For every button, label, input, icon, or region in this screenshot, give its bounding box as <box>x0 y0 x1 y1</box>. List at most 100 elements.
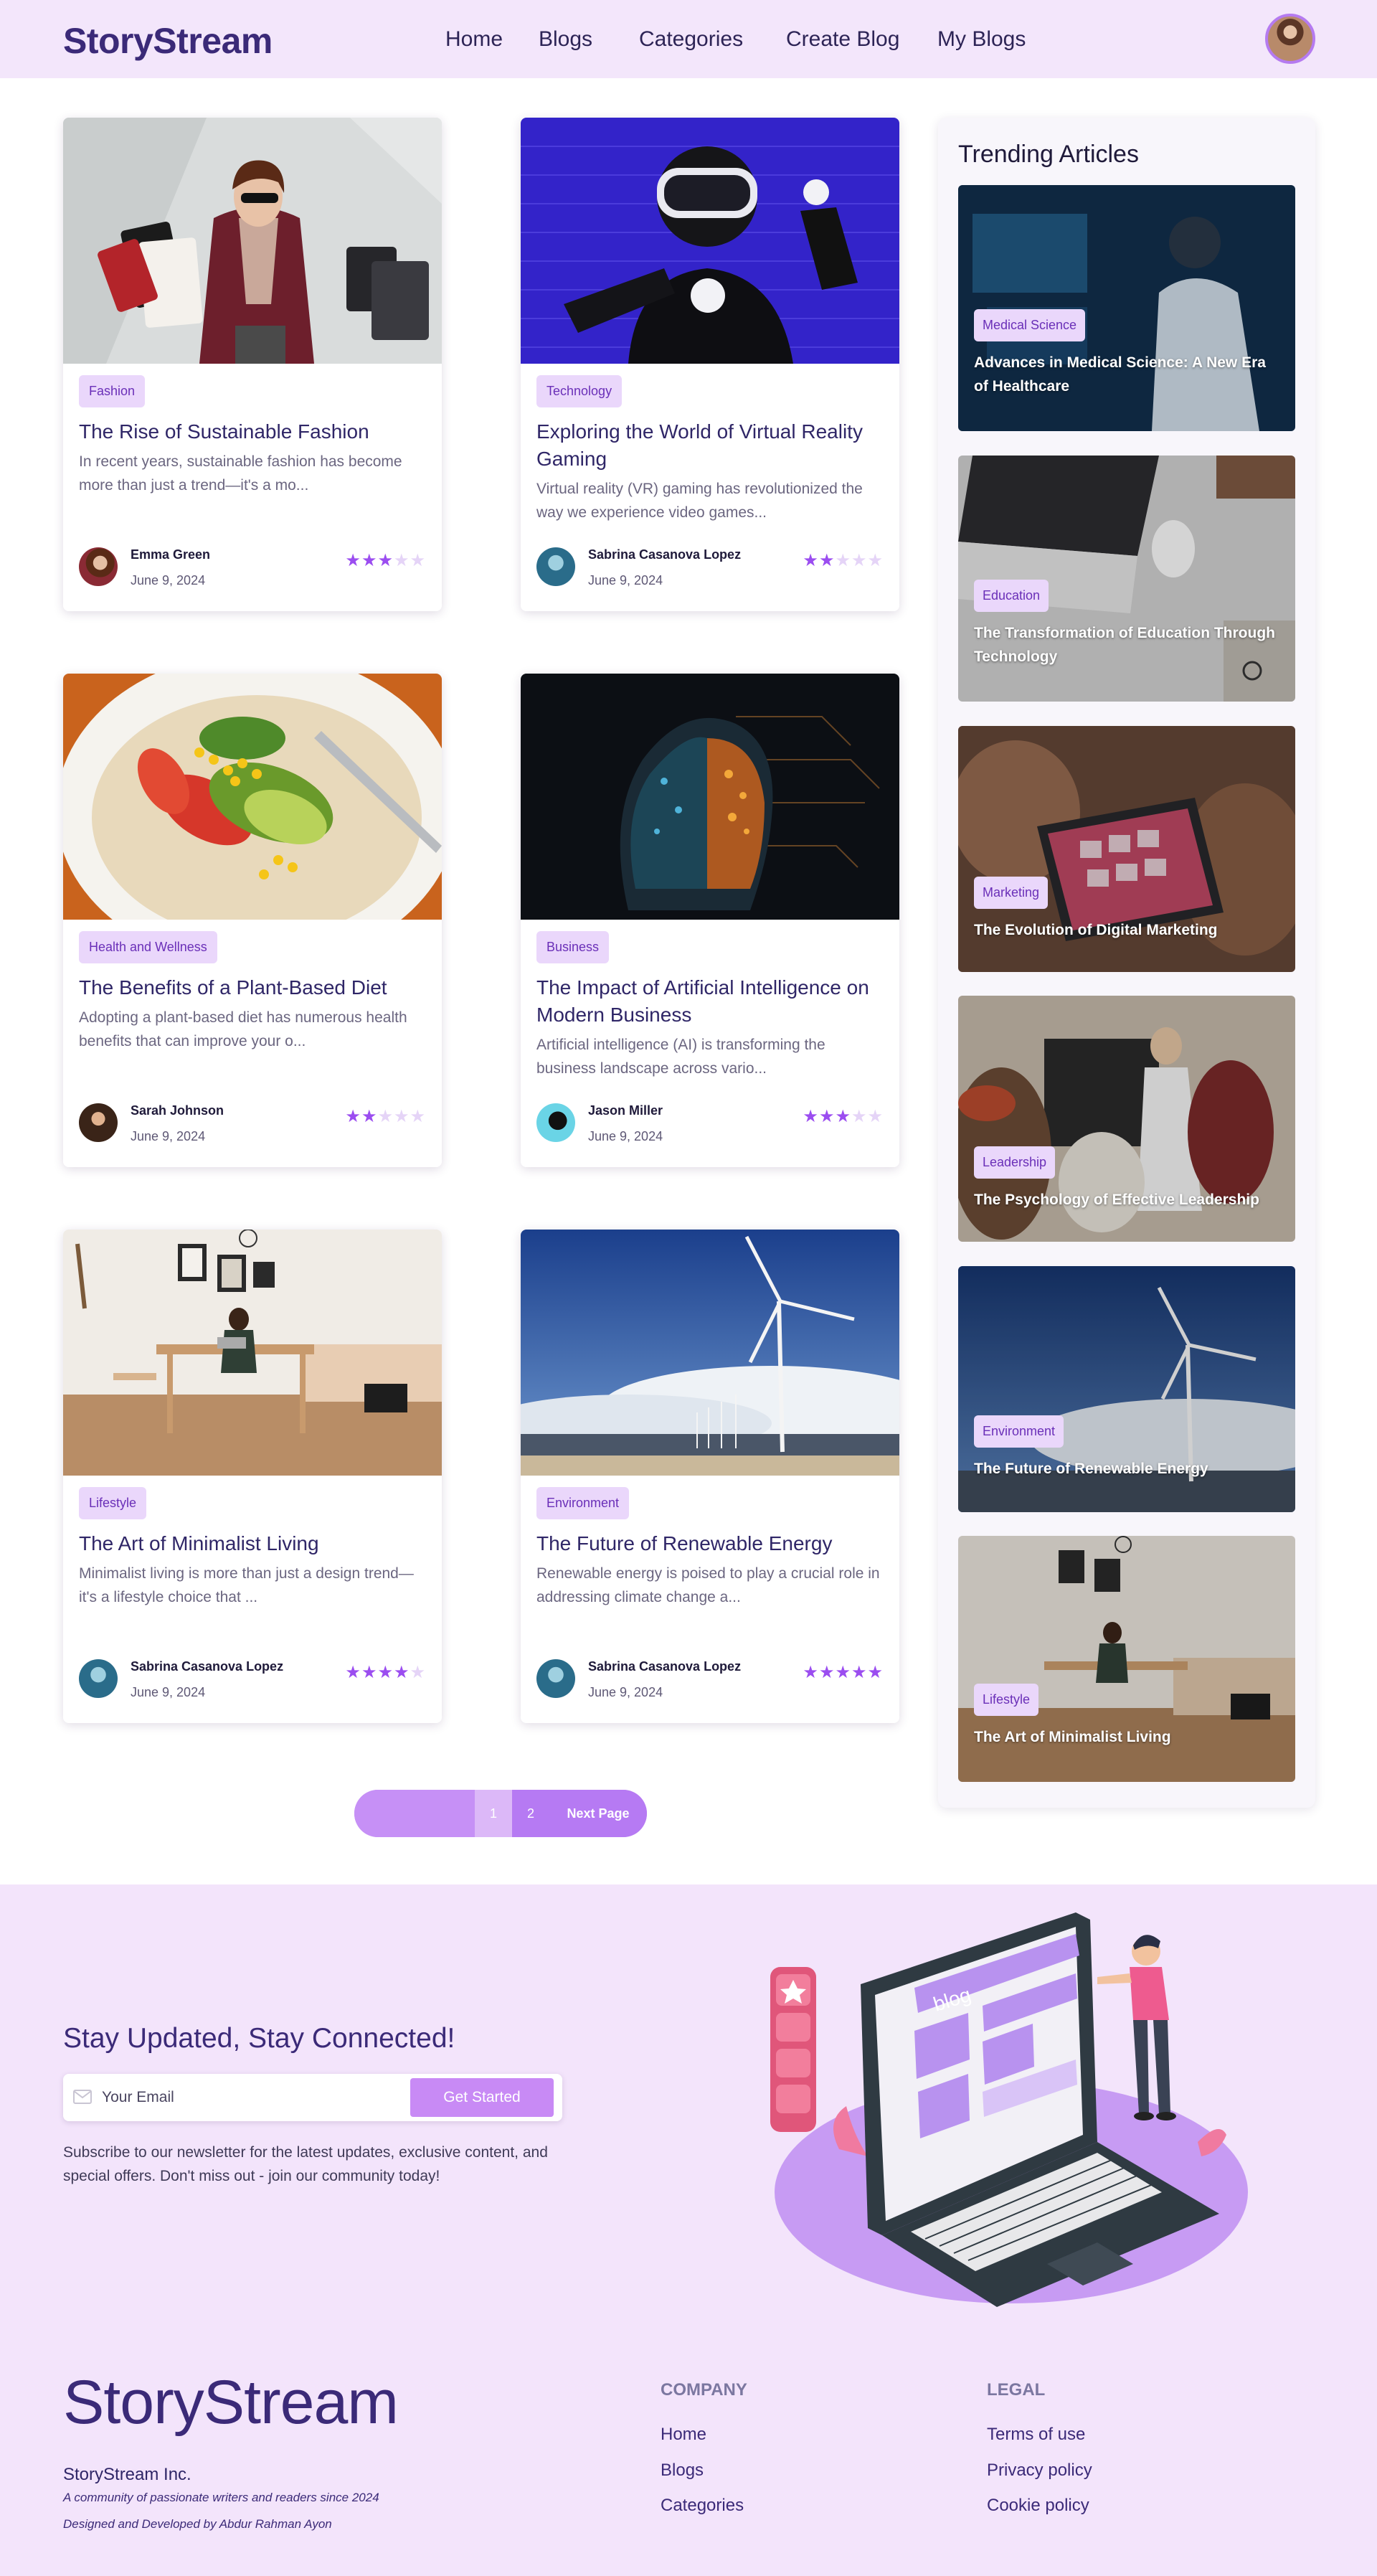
post-date: June 9, 2024 <box>131 573 206 588</box>
blog-title[interactable]: The Impact of Artificial Intelligence on… <box>536 974 888 1029</box>
rating-stars: ★★★★★ <box>345 550 426 571</box>
star-filled-icon: ★ <box>835 1663 851 1682</box>
star-filled-icon: ★ <box>345 1107 361 1126</box>
star-empty-icon: ★ <box>393 551 410 570</box>
next-page-button[interactable]: Next Page <box>549 1790 647 1837</box>
blog-card[interactable]: Technology Exploring the World of Virtua… <box>521 118 899 611</box>
rating-stars: ★★★★★ <box>803 1662 884 1683</box>
blog-card[interactable]: Business The Impact of Artificial Intell… <box>521 674 899 1167</box>
mail-icon <box>73 2090 92 2104</box>
blog-title[interactable]: The Rise of Sustainable Fashion <box>79 418 430 445</box>
trending-article-title[interactable]: The Transformation of Education Through … <box>974 621 1282 669</box>
nav-link-create-blog[interactable]: Create Blog <box>786 27 899 52</box>
category-badge[interactable]: Fashion <box>79 375 146 407</box>
nav-link-blogs[interactable]: Blogs <box>539 27 592 52</box>
rating-stars: ★★★★★ <box>345 1106 426 1127</box>
trending-card[interactable]: Lifestyle The Art of Minimalist Living <box>958 1536 1295 1782</box>
author-avatar <box>536 1103 575 1142</box>
blog-card[interactable]: Fashion The Rise of Sustainable Fashion … <box>63 118 442 611</box>
star-filled-icon: ★ <box>377 551 394 570</box>
get-started-button[interactable]: Get Started <box>410 2078 554 2117</box>
star-filled-icon: ★ <box>345 551 361 570</box>
trending-article-title[interactable]: The Future of Renewable Energy <box>974 1457 1282 1481</box>
rating-stars: ★★★★★ <box>345 1662 426 1683</box>
page-2-button[interactable]: 2 <box>512 1790 549 1837</box>
trending-badge[interactable]: Marketing <box>974 877 1049 909</box>
rating-stars: ★★★★★ <box>803 1106 884 1127</box>
footer-link-categories[interactable]: Categories <box>661 2496 744 2516</box>
star-filled-icon: ★ <box>361 1107 378 1126</box>
blog-title[interactable]: The Benefits of a Plant-Based Diet <box>79 974 430 1001</box>
footer-link-blogs[interactable]: Blogs <box>661 2461 704 2481</box>
star-empty-icon: ★ <box>867 1107 884 1126</box>
star-filled-icon: ★ <box>851 1663 868 1682</box>
star-empty-icon: ★ <box>410 1663 426 1682</box>
blog-title[interactable]: The Future of Renewable Energy <box>536 1530 888 1557</box>
author-avatar <box>79 1103 118 1142</box>
category-badge[interactable]: Business <box>536 931 610 963</box>
star-filled-icon: ★ <box>818 1663 836 1682</box>
trending-badge[interactable]: Leadership <box>974 1146 1056 1179</box>
trending-badge[interactable]: Environment <box>974 1415 1064 1448</box>
star-filled-icon: ★ <box>361 551 378 570</box>
trending-card[interactable]: Marketing The Evolution of Digital Marke… <box>958 726 1295 972</box>
author-name: Sabrina Casanova Lopez <box>131 1659 284 1674</box>
star-filled-icon: ★ <box>867 1663 884 1682</box>
category-badge[interactable]: Environment <box>536 1487 630 1519</box>
author-avatar <box>79 1659 118 1698</box>
blog-card-image-minimalist <box>63 1230 442 1476</box>
blog-title[interactable]: The Art of Minimalist Living <box>79 1530 430 1557</box>
post-date: June 9, 2024 <box>131 1685 206 1699</box>
trending-article-title[interactable]: The Evolution of Digital Marketing <box>974 918 1282 942</box>
trending-badge[interactable]: Lifestyle <box>974 1684 1039 1716</box>
trending-article-title[interactable]: The Art of Minimalist Living <box>974 1725 1282 1749</box>
newsletter-description: Subscribe to our newsletter for the late… <box>63 2144 548 2184</box>
nav-link-my-blogs[interactable]: My Blogs <box>937 27 1026 52</box>
star-filled-icon: ★ <box>345 1663 361 1682</box>
category-badge[interactable]: Health and Wellness <box>79 931 217 963</box>
blog-card-image-food <box>63 674 442 920</box>
star-empty-icon: ★ <box>835 551 851 570</box>
author-name: Sarah Johnson <box>131 1103 224 1118</box>
trending-article-title[interactable]: The Psychology of Effective Leadership <box>974 1188 1282 1212</box>
footer-logo[interactable]: StoryStream <box>63 2367 399 2438</box>
blog-title[interactable]: Exploring the World of Virtual Reality G… <box>536 418 888 473</box>
previous-page-button[interactable] <box>354 1790 475 1837</box>
trending-badge[interactable]: Education <box>974 580 1049 612</box>
trending-article-title[interactable]: Advances in Medical Science: A New Era o… <box>974 351 1282 398</box>
blog-card[interactable]: Health and Wellness The Benefits of a Pl… <box>63 674 442 1167</box>
star-filled-icon: ★ <box>803 1663 819 1682</box>
blog-card[interactable]: Lifestyle The Art of Minimalist Living M… <box>63 1230 442 1723</box>
trending-card[interactable]: Medical Science Advances in Medical Scie… <box>958 185 1295 431</box>
nav-link-categories[interactable]: Categories <box>639 27 743 52</box>
category-badge[interactable]: Lifestyle <box>79 1487 147 1519</box>
post-date: June 9, 2024 <box>588 1685 663 1699</box>
footer-credit: Designed and Developed by Abdur Rahman A… <box>63 2517 332 2531</box>
footer-link-terms[interactable]: Terms of use <box>987 2425 1085 2445</box>
author-name: Emma Green <box>131 547 211 562</box>
trending-card[interactable]: Education The Transformation of Educatio… <box>958 456 1295 702</box>
star-empty-icon: ★ <box>851 1107 868 1126</box>
author-name: Sabrina Casanova Lopez <box>588 547 742 562</box>
trending-card[interactable]: Environment The Future of Renewable Ener… <box>958 1266 1295 1512</box>
nav-link-home[interactable]: Home <box>445 27 503 52</box>
star-filled-icon: ★ <box>818 551 836 570</box>
trending-card[interactable]: Leadership The Psychology of Effective L… <box>958 996 1295 1242</box>
post-date: June 9, 2024 <box>588 1129 663 1143</box>
star-filled-icon: ★ <box>818 1107 836 1126</box>
footer-link-privacy[interactable]: Privacy policy <box>987 2461 1092 2481</box>
blog-excerpt: In recent years, sustainable fashion has… <box>79 453 402 494</box>
email-input[interactable] <box>102 2084 403 2111</box>
blog-card-image-wind <box>521 1230 899 1476</box>
footer-link-cookie[interactable]: Cookie policy <box>987 2496 1089 2516</box>
page-1-button[interactable]: 1 <box>475 1790 512 1837</box>
trending-badge[interactable]: Medical Science <box>974 309 1086 341</box>
author-avatar <box>536 1659 575 1698</box>
blog-card[interactable]: Environment The Future of Renewable Ener… <box>521 1230 899 1723</box>
site-logo[interactable]: StoryStream <box>63 20 273 62</box>
blog-card-image-ai <box>521 674 899 920</box>
blog-excerpt: Virtual reality (VR) gaming has revoluti… <box>536 481 863 521</box>
category-badge[interactable]: Technology <box>536 375 623 407</box>
footer-link-home[interactable]: Home <box>661 2425 706 2445</box>
user-avatar[interactable] <box>1265 14 1315 64</box>
